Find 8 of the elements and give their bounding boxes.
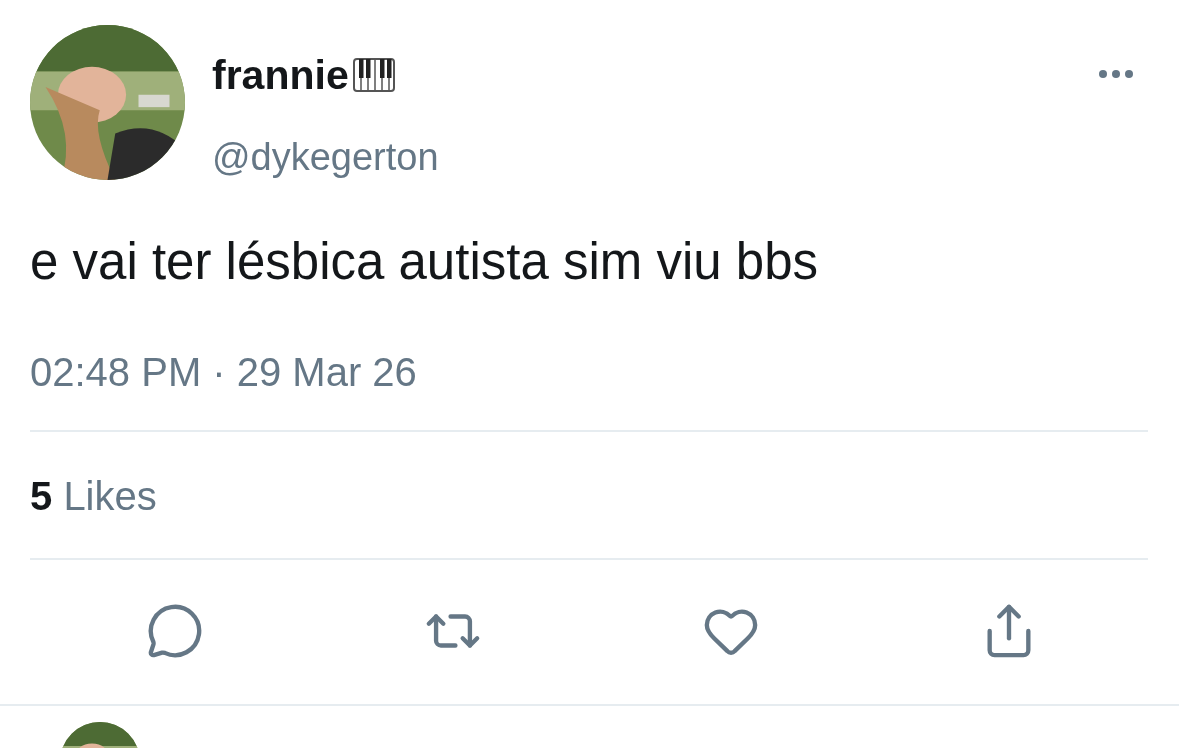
timestamp: 02:48 PM · 29 Mar 26	[30, 349, 417, 396]
display-name[interactable]: frannie	[212, 51, 349, 99]
username[interactable]: @dykegerton	[212, 135, 439, 179]
speech-bubble-icon[interactable]	[146, 602, 204, 660]
piano-icon	[352, 58, 395, 92]
tweet-text: e vai ter lésbica autista sim viu bbs	[30, 232, 818, 292]
more-icon[interactable]	[1098, 69, 1134, 79]
likes-count[interactable]: 5 Likes	[30, 472, 157, 520]
